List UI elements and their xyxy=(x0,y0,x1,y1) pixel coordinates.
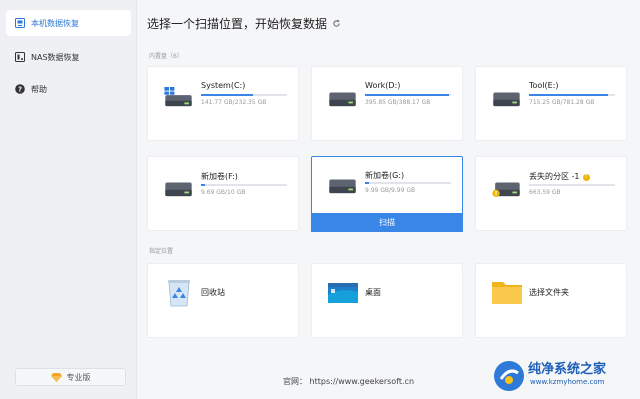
edition-button[interactable]: 专业版 xyxy=(15,368,126,386)
internal-drives-label: 内置盘（6） xyxy=(149,53,183,60)
usage-bar-fill xyxy=(365,182,370,184)
help-icon: ? xyxy=(14,84,25,95)
nas-icon xyxy=(14,52,25,63)
sidebar-item-label: NAS数据恢复 xyxy=(31,52,80,62)
watermark-url: www.kzmyhome.com xyxy=(530,378,605,386)
drive-size: 9.99 GB/9.99 GB xyxy=(365,187,416,194)
drive-size: 141.77 GB/232.35 GB xyxy=(201,99,267,106)
location-label: 选择文件夹 xyxy=(529,288,569,297)
usage-bar xyxy=(529,94,615,96)
sidebar-item-label: 本机数据恢复 xyxy=(31,18,79,28)
drive-icon xyxy=(329,92,356,107)
watermark-title: 纯净系统之家 xyxy=(528,362,607,377)
main-panel: 选择一个扫描位置，开始恢复数据 内置盘（6） System(C:) 141.77… xyxy=(138,0,640,399)
drive-icon xyxy=(329,179,356,194)
location-card-recycle-bin[interactable]: 回收站 xyxy=(147,263,299,338)
sidebar-item-nas-recovery[interactable]: NAS数据恢复 xyxy=(6,44,131,70)
svg-text:?: ? xyxy=(17,86,21,94)
drive-size: 663.59 GB xyxy=(529,189,561,196)
windows-drive-icon xyxy=(164,87,192,107)
drive-icon xyxy=(493,92,520,107)
recycle-bin-icon xyxy=(168,280,190,307)
desktop-icon xyxy=(328,283,358,303)
watermark-logo-icon xyxy=(494,361,524,391)
diamond-icon xyxy=(50,372,62,382)
drive-name: 丢失的分区 -1? xyxy=(529,171,590,182)
drive-card-lost-partition[interactable]: 丢失的分区 -1? 663.59 GB xyxy=(475,156,627,231)
usage-bar-fill xyxy=(529,94,609,96)
usage-bar xyxy=(365,94,451,96)
question-icon[interactable]: ? xyxy=(582,174,590,181)
drive-icon xyxy=(165,182,192,197)
locations-label: 指定位置 xyxy=(149,248,174,255)
page-title: 选择一个扫描位置，开始恢复数据 xyxy=(147,15,341,32)
drive-size: 715.25 GB/781.28 GB xyxy=(529,99,595,106)
drive-name: 新加卷(F:) xyxy=(201,172,238,181)
drive-name: Work(D:) xyxy=(365,81,401,90)
sidebar-item-label: 帮助 xyxy=(31,84,47,94)
usage-bar-fill xyxy=(365,94,450,96)
usage-bar xyxy=(201,184,287,186)
lost-partition-icon xyxy=(492,182,520,197)
sidebar-item-help[interactable]: ? 帮助 xyxy=(6,76,131,102)
drive-name: Tool(E:) xyxy=(529,81,559,90)
computer-icon xyxy=(14,18,25,29)
sidebar-item-local-recovery[interactable]: 本机数据恢复 xyxy=(6,10,131,36)
website-footer: 官网： https://www.geekersoft.cn xyxy=(283,377,415,386)
drive-card-d[interactable]: Work(D:) 395.85 GB/388.17 GB xyxy=(311,66,463,141)
page-title-text: 选择一个扫描位置，开始恢复数据 xyxy=(147,17,328,31)
usage-bar xyxy=(529,184,615,186)
folder-icon xyxy=(492,282,522,304)
drive-card-f[interactable]: 新加卷(F:) 9.69 GB/10 GB xyxy=(147,156,299,231)
usage-bar-fill xyxy=(201,184,206,186)
refresh-icon[interactable] xyxy=(332,17,341,31)
drive-size: 395.85 GB/388.17 GB xyxy=(365,99,431,106)
drive-name: 新加卷(G:) xyxy=(365,171,405,180)
location-card-desktop[interactable]: 桌面 xyxy=(311,263,463,338)
drive-name-text: 丢失的分区 -1 xyxy=(529,172,580,181)
watermark: 纯净系统之家 www.kzmyhome.com xyxy=(490,352,640,399)
drive-card-e[interactable]: Tool(E:) 715.25 GB/781.28 GB xyxy=(475,66,627,141)
location-card-folder[interactable]: 选择文件夹 xyxy=(475,263,627,338)
location-label: 回收站 xyxy=(201,288,225,297)
drive-card-c[interactable]: System(C:) 141.77 GB/232.35 GB xyxy=(147,66,299,141)
drive-size: 9.69 GB/10 GB xyxy=(201,189,246,196)
drive-card-g[interactable]: 新加卷(G:) 9.99 GB/9.99 GB 扫描 xyxy=(311,156,463,232)
usage-bar xyxy=(201,94,287,96)
usage-bar-fill xyxy=(201,94,254,96)
edition-label: 专业版 xyxy=(66,372,91,382)
drive-name: System(C:) xyxy=(201,81,246,90)
usage-bar xyxy=(365,182,451,184)
sidebar: 本机数据恢复 NAS数据恢复 ? 帮助 专业版 xyxy=(0,0,137,399)
location-label: 桌面 xyxy=(365,288,381,297)
scan-button[interactable]: 扫描 xyxy=(311,213,463,232)
